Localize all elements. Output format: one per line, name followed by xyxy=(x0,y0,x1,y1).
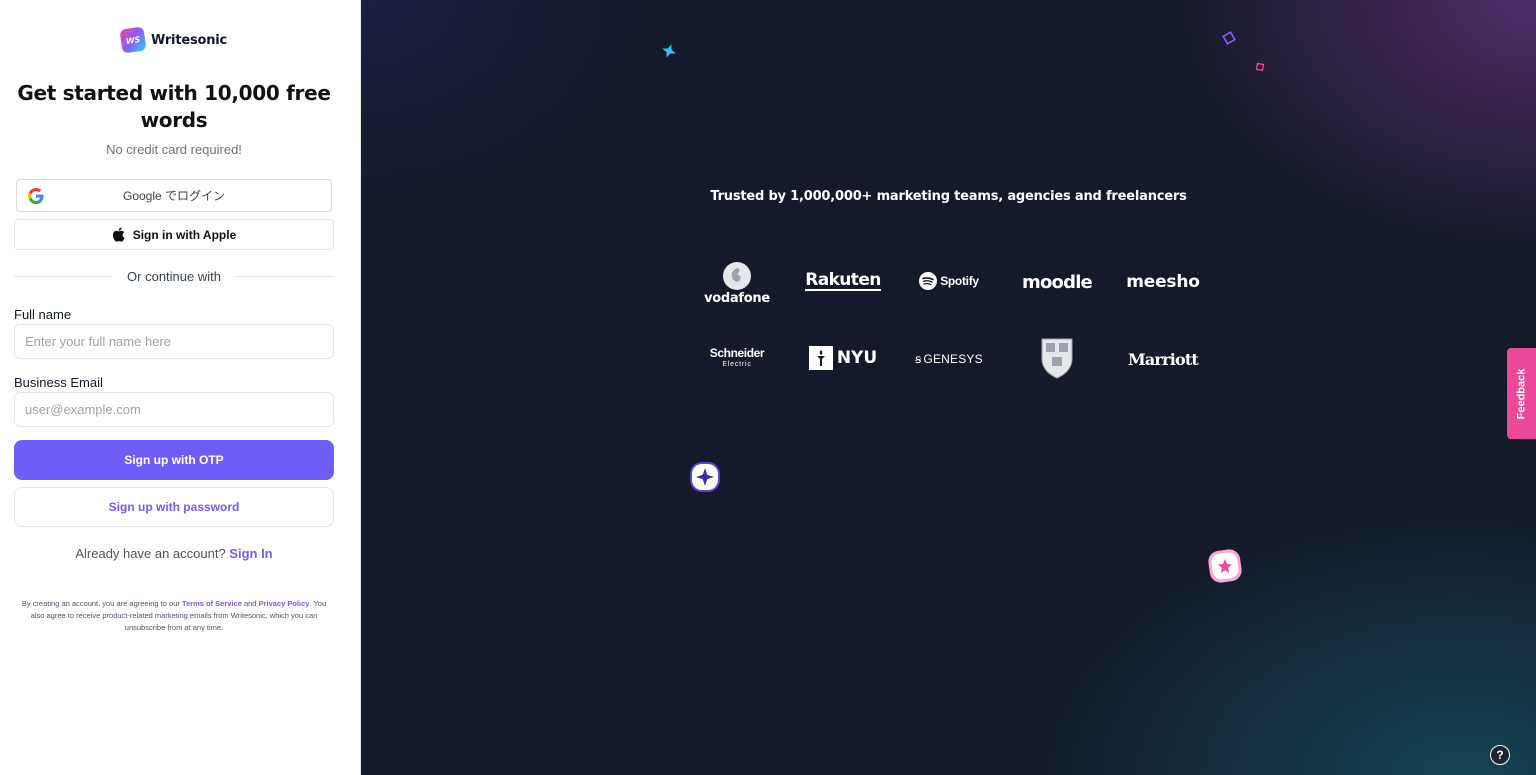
university-crest-logo xyxy=(1037,337,1077,379)
genesys-text: GENESYS xyxy=(923,352,983,366)
star-badge-pink-icon xyxy=(1208,549,1242,583)
feedback-tab[interactable]: Feedback xyxy=(1507,348,1536,439)
signin-prompt: Already have an account? Sign In xyxy=(14,546,334,561)
business-email-input[interactable] xyxy=(14,392,334,427)
signup-password-button[interactable]: Sign up with password xyxy=(14,487,334,527)
google-icon xyxy=(28,188,44,204)
shield-crest-icon xyxy=(1041,338,1073,379)
nyu-torch-icon xyxy=(808,346,833,370)
spotify-logo: Spotify xyxy=(913,268,985,294)
meesho-logo: meesho xyxy=(1125,268,1201,296)
trusted-by-text: Trusted by 1,000,000+ marketing teams, a… xyxy=(710,189,1187,204)
full-name-label: Full name xyxy=(14,307,72,322)
google-button-label: Google でログイン xyxy=(122,189,226,203)
rakuten-text: Rakuten xyxy=(805,270,881,291)
signin-link[interactable]: Sign In xyxy=(229,546,272,561)
schneider-text: Schneider xyxy=(709,346,765,360)
privacy-link[interactable]: Privacy Policy xyxy=(259,599,310,608)
brand-name: Writesonic xyxy=(150,32,228,48)
vodafone-icon xyxy=(723,261,751,290)
diamond-outline-icon xyxy=(1222,31,1236,45)
star-badge-icon xyxy=(690,462,720,492)
signup-panel: WS Writesonic Get started with 10,000 fr… xyxy=(0,0,361,775)
apple-button-label: Sign in with Apple xyxy=(132,227,237,242)
vodafone-logo: vodafone xyxy=(701,259,773,307)
nyu-text: NYU xyxy=(836,348,878,368)
legal-and: and xyxy=(243,599,257,608)
marriott-text: Marriott xyxy=(1127,349,1199,369)
brand: WS Writesonic xyxy=(0,26,348,54)
divider-line xyxy=(234,276,334,277)
genesys-icon: ꞩ xyxy=(915,352,922,366)
moodle-logo: moodle xyxy=(1019,268,1095,296)
page-subtitle: No credit card required! xyxy=(106,142,242,157)
nyu-logo: NYU xyxy=(807,345,879,371)
spotify-text: Spotify xyxy=(940,274,979,288)
writesonic-logo-icon: WS xyxy=(119,26,147,54)
logo-text: WS xyxy=(125,34,141,46)
divider-line xyxy=(14,276,114,277)
vodafone-text: vodafone xyxy=(704,290,770,306)
have-account-text: Already have an account? xyxy=(75,546,226,561)
apple-icon xyxy=(112,227,125,242)
marriott-logo: Marriott xyxy=(1125,344,1201,374)
legal-notice: By creating an account, you are agreeing… xyxy=(14,598,334,634)
divider-text: Or continue with xyxy=(127,269,221,284)
meesho-text: meesho xyxy=(1126,272,1200,292)
rakuten-logo: Rakuten xyxy=(805,268,881,294)
google-login-button[interactable]: Google でログイン xyxy=(16,179,332,212)
help-icon[interactable]: ? xyxy=(1490,745,1510,765)
moodle-text: moodle xyxy=(1022,271,1093,293)
sparkle-icon xyxy=(662,44,676,58)
terms-link[interactable]: Terms of Service xyxy=(182,599,242,608)
signup-otp-button[interactable]: Sign up with OTP xyxy=(14,440,334,480)
business-email-label: Business Email xyxy=(14,375,103,390)
square-outline-icon xyxy=(1255,62,1265,72)
apple-signin-button[interactable]: Sign in with Apple xyxy=(14,219,334,250)
schneider-electric-logo: Schneider Electric xyxy=(699,344,775,372)
genesys-logo: ꞩ GENESYS xyxy=(913,346,985,372)
or-divider: Or continue with xyxy=(14,269,334,284)
electric-text: Electric xyxy=(722,361,752,368)
feedback-label: Feedback xyxy=(1515,368,1528,419)
page-title: Get started with 10,000 free words xyxy=(17,81,331,132)
hero-panel: Trusted by 1,000,000+ marketing teams, a… xyxy=(361,0,1536,775)
legal-prefix: By creating an account, you are agreeing… xyxy=(21,599,180,608)
full-name-input[interactable] xyxy=(14,324,334,359)
spotify-icon xyxy=(919,272,938,290)
